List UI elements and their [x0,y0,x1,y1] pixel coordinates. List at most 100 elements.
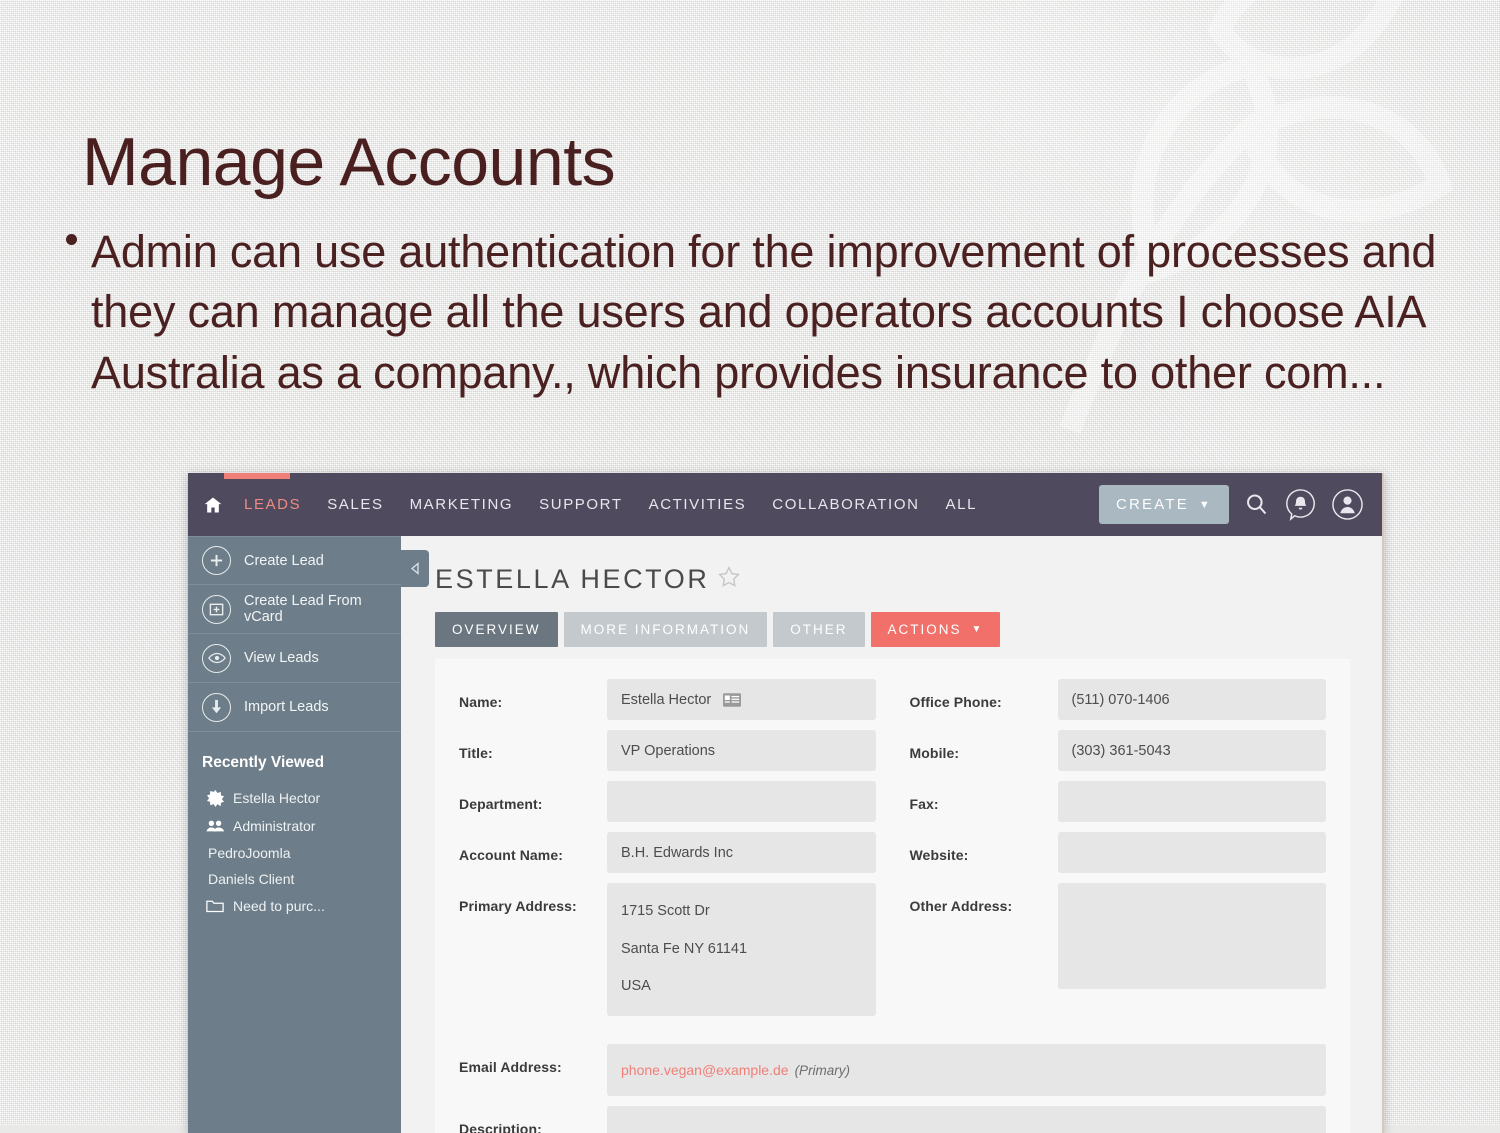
record-form-panel: Name: Estella Hector Title: VP Operation… [435,659,1350,1133]
tab-overview[interactable]: OVERVIEW [435,612,558,647]
field-label: Mobile: [909,745,960,761]
email-primary-tag: (Primary) [794,1062,851,1078]
nav-item-activities[interactable]: ACTIVITIES [649,496,747,513]
form-column-left: Name: Estella Hector Title: VP Operation… [459,679,876,1026]
address-line: 1715 Scott Dr [621,903,710,919]
field-row-mobile: Mobile: (303) 361-5043 [909,730,1326,771]
field-label: Email Address: [459,1059,562,1076]
address-line: USA [621,978,651,995]
sidebar-item-label: Import Leads [244,699,329,715]
field-value-website[interactable] [1057,832,1326,873]
field-label: Primary Address: [459,898,577,914]
field-row-description: Description: [459,1106,1326,1133]
field-value-other-address[interactable] [1057,883,1326,989]
recently-viewed-item-daniels-client[interactable]: Daniels Client [188,866,401,892]
create-button-label: CREATE [1115,496,1189,513]
field-row-website: Website: [910,832,1326,873]
sidebar-item-view-leads[interactable]: View Leads [188,634,401,683]
address-line: Santa Fe NY 61141 [621,940,748,957]
field-label: Title: [459,745,493,761]
recently-viewed-label: PedroJoomla [208,845,291,861]
field-value-title[interactable]: VP Operations [607,730,876,771]
recently-viewed-item-pedrojoomla[interactable]: PedroJoomla [188,840,401,866]
home-icon[interactable] [196,495,230,515]
search-icon[interactable] [1243,491,1270,518]
field-row-office-phone: Office Phone: (511) 070-1406 [910,679,1326,720]
field-label: Department: [459,796,543,812]
form-column-right: Office Phone: (511) 070-1406 Mobile: (30… [909,679,1326,1026]
bullet-point-icon [66,234,77,245]
field-label: Account Name: [459,847,563,863]
field-label: Fax: [909,796,939,812]
field-value-text: Estella Hector [621,691,712,708]
create-button[interactable]: CREATE ▼ [1098,485,1229,524]
crm-sidebar: Create Lead Create Lead From vCard View … [188,536,429,1133]
collapse-left-icon [410,562,419,575]
star-outline-icon[interactable] [717,565,741,594]
field-row-account-name: Account Name: B.H. Edwards Inc [459,832,876,873]
tab-actions-label: ACTIONS [887,622,962,637]
crm-navbar: LEADS SALES MARKETING SUPPORT ACTIVITIES… [188,473,1382,536]
record-tabs: OVERVIEW MORE INFORMATION OTHER ACTIONS … [435,612,1382,647]
crm-screenshot-window: LEADS SALES MARKETING SUPPORT ACTIVITIES… [188,473,1384,1133]
field-row-title: Title: VP Operations [459,730,876,771]
crm-body: Create Lead Create Lead From vCard View … [188,536,1382,1133]
recently-viewed-label: Daniels Client [208,871,295,887]
field-row-fax: Fax: [909,781,1326,822]
recently-viewed-label: Need to purc... [233,898,325,914]
field-value-office-phone[interactable]: (511) 070-1406 [1057,679,1326,720]
crm-main-content: ESTELLA HECTOR OVERVIEW MORE INFORMATION… [401,536,1382,1133]
field-row-email-address: Email Address: phone.vegan@example.de (P… [459,1044,1326,1097]
user-account-icon[interactable] [1331,488,1364,521]
eye-icon [202,643,231,673]
sidebar-collapse-button[interactable] [401,550,429,587]
page-title: ESTELLA HECTOR [435,564,710,594]
field-label: Description: [459,1121,542,1133]
field-row-primary-address: Primary Address: 1715 Scott Dr Santa Fe … [459,883,876,1017]
field-value-department[interactable] [607,781,876,822]
field-value-email-address[interactable]: phone.vegan@example.de (Primary) [607,1044,1326,1097]
email-link[interactable]: phone.vegan@example.de [621,1062,789,1078]
tab-more-information[interactable]: MORE INFORMATION [563,612,768,647]
vcard-plus-icon [202,594,231,624]
sidebar-item-label: View Leads [244,650,319,666]
field-label: Name: [459,694,503,710]
burst-star-icon [206,789,224,807]
field-value-mobile[interactable]: (303) 361-5043 [1057,730,1326,771]
slide-title: Manage Accounts [82,124,616,200]
sidebar-item-label: Create Lead [244,552,324,569]
sidebar-item-import-leads[interactable]: Import Leads [188,683,401,732]
sidebar-item-label: Create Lead From vCard [244,593,362,625]
sidebar-item-create-lead-from-vcard[interactable]: Create Lead From vCard [188,585,401,634]
recently-viewed-label: Administrator [233,818,316,834]
chevron-down-icon: ▼ [1198,498,1212,511]
field-value-account-name[interactable]: B.H. Edwards Inc [607,832,876,873]
sidebar-item-create-lead[interactable]: Create Lead [188,536,401,585]
field-value-description[interactable] [607,1106,1326,1133]
users-icon [206,817,224,835]
recently-viewed-item-estella-hector[interactable]: Estella Hector [188,784,401,812]
tab-actions[interactable]: ACTIONS ▼ [870,612,1001,647]
recently-viewed-item-need-to-purchase[interactable]: Need to purc... [188,892,401,920]
nav-item-all[interactable]: ALL [946,496,978,513]
folder-icon [206,897,224,915]
tab-other[interactable]: OTHER [773,612,865,647]
crm-nav-right-actions: CREATE ▼ [1098,485,1382,524]
nav-item-support[interactable]: SUPPORT [539,496,622,513]
recently-viewed-title: Recently Viewed [202,754,325,771]
notifications-bell-icon[interactable] [1284,488,1317,521]
field-value-name[interactable]: Estella Hector [607,679,876,720]
recently-viewed-item-administrator[interactable]: Administrator [188,812,401,840]
nav-item-leads[interactable]: LEADS [244,496,301,513]
plus-circle-icon [202,546,231,575]
nav-item-sales[interactable]: SALES [327,496,383,513]
nav-item-marketing[interactable]: MARKETING [410,496,514,513]
field-value-primary-address[interactable]: 1715 Scott Dr Santa Fe NY 61141 USA [607,883,876,1017]
field-label: Other Address: [909,898,1013,914]
record-title-row: ESTELLA HECTOR [435,564,1382,595]
field-value-fax[interactable] [1057,781,1326,822]
nav-item-collaboration[interactable]: COLLABORATION [772,496,919,513]
field-row-name: Name: Estella Hector [459,679,876,720]
vcard-icon[interactable] [723,692,742,707]
slide-body-text: Admin can use authentication for the imp… [62,222,1462,403]
